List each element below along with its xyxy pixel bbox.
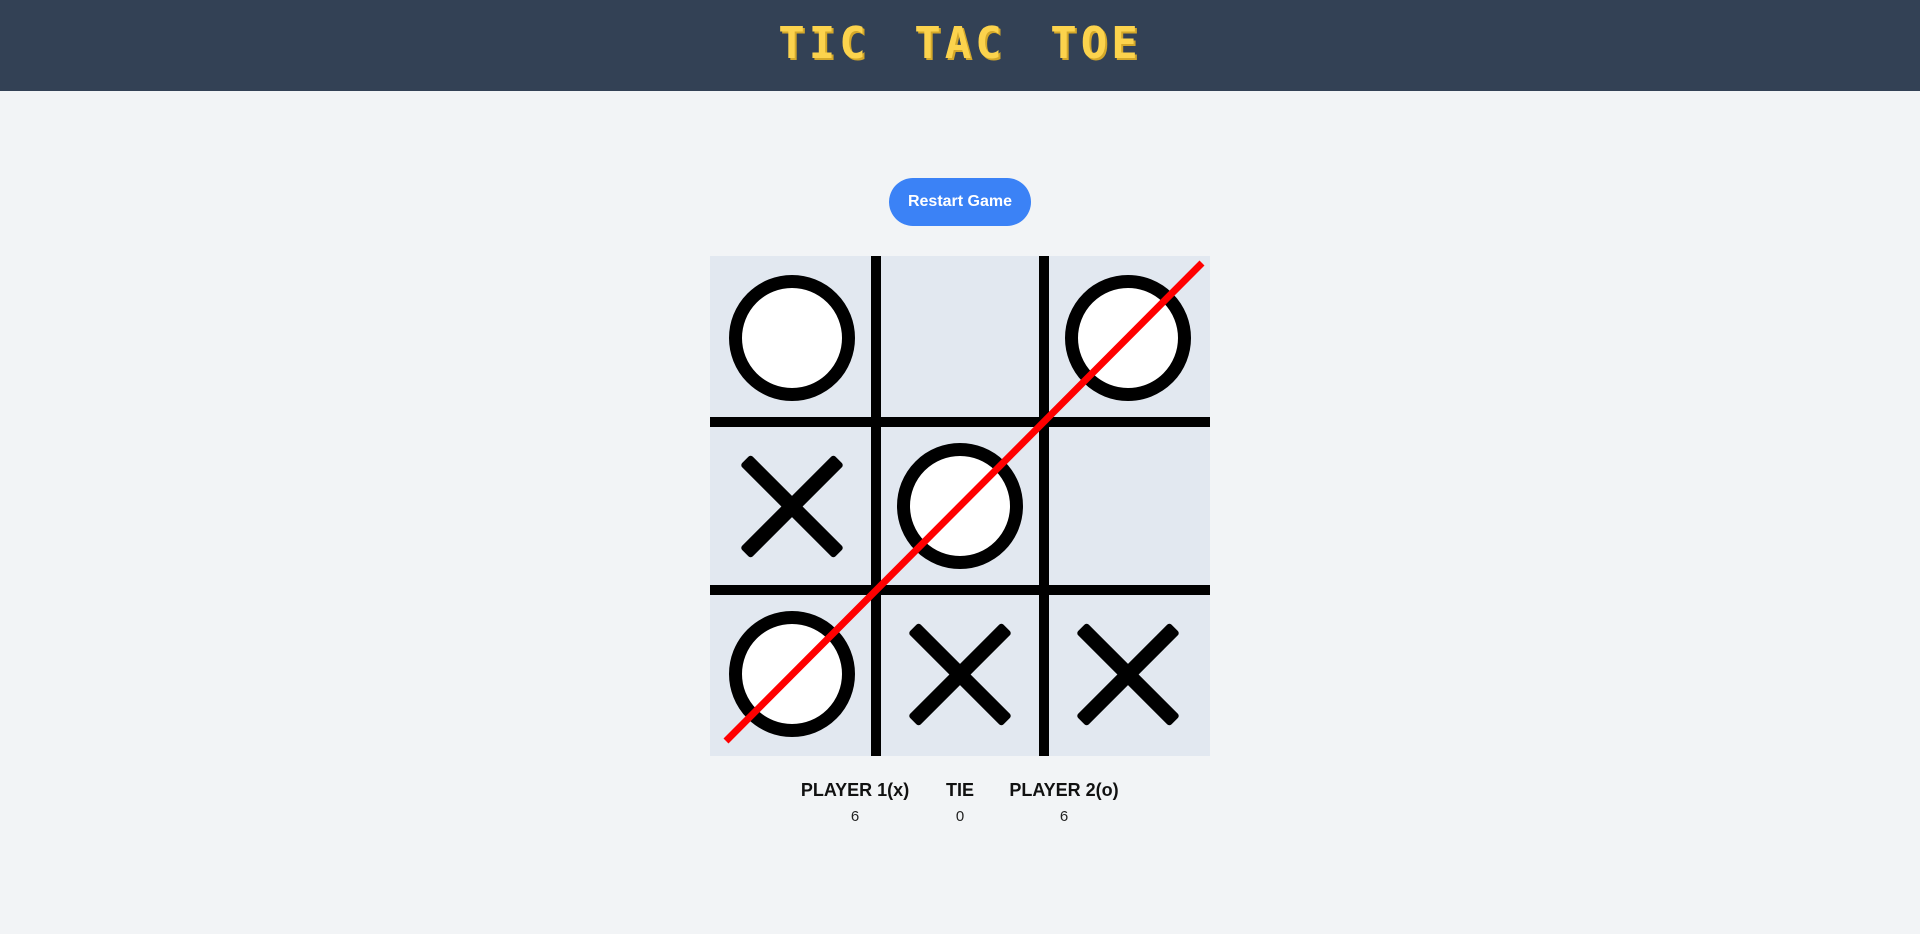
grid-line-horizontal-1: [710, 417, 1210, 427]
board-cell-4[interactable]: [710, 424, 874, 588]
board-cell-9[interactable]: [1046, 592, 1210, 756]
game-board: [710, 256, 1210, 756]
x-mark: [1046, 592, 1210, 756]
player2-score: PLAYER 2(o) 6: [994, 778, 1134, 829]
o-mark: [1065, 275, 1191, 401]
board-cell-5[interactable]: [878, 424, 1042, 588]
restart-game-button[interactable]: Restart Game: [889, 178, 1031, 226]
grid-line-horizontal-2: [710, 585, 1210, 595]
game-title: TIC TAC TOE: [778, 18, 1142, 69]
x-mark: [710, 424, 874, 588]
board-cell-8[interactable]: [878, 592, 1042, 756]
x-mark: [878, 592, 1042, 756]
o-mark: [897, 443, 1023, 569]
header-bar: TIC TAC TOE: [0, 0, 1920, 91]
grid-line-vertical-1: [871, 256, 881, 756]
scoreboard: PLAYER 1(x) 6 TIE 0 PLAYER 2(o) 6: [0, 778, 1920, 838]
o-mark: [729, 611, 855, 737]
board-cell-6[interactable]: [1046, 424, 1210, 588]
board-cell-3[interactable]: [1046, 256, 1210, 420]
player2-score-label: PLAYER 2(o): [1009, 780, 1119, 800]
board-cell-1[interactable]: [710, 256, 874, 420]
board-cell-7[interactable]: [710, 592, 874, 756]
player2-score-value: 6: [1059, 808, 1069, 825]
board-cell-2[interactable]: [878, 256, 1042, 420]
grid-line-vertical-2: [1039, 256, 1049, 756]
o-mark: [729, 275, 855, 401]
